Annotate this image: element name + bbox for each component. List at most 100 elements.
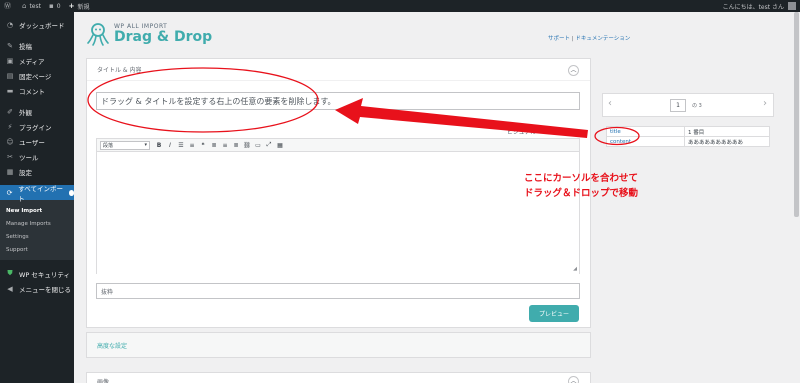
field-value[interactable]: 1 番目 bbox=[684, 126, 770, 137]
editor-toolbar: 段落 ▾ B I ☰ ≡ ❝ ≣ ≡ ≣ ⛓ ▭ ⤢ ▦ bbox=[97, 139, 579, 152]
site-name-item[interactable]: ⌂ test bbox=[22, 2, 41, 10]
menu-settings[interactable]: ▦ 設定 bbox=[0, 164, 74, 179]
preview-button[interactable]: プレビュー bbox=[529, 305, 579, 322]
menu-media[interactable]: ▣ メディア bbox=[0, 53, 74, 68]
align-center-icon[interactable]: ≡ bbox=[220, 142, 230, 149]
menu-label: プラグイン bbox=[19, 123, 52, 132]
menu-label: 投稿 bbox=[19, 42, 32, 51]
menu-appearance[interactable]: ✐ 外観 bbox=[0, 104, 74, 119]
menu-label: メディア bbox=[19, 57, 45, 66]
media-icon: ▣ bbox=[6, 56, 14, 65]
fullscreen-icon[interactable]: ⤢ bbox=[264, 141, 274, 149]
section-header[interactable]: タイトル & 内容 bbox=[87, 59, 590, 81]
menu-comments[interactable]: ▬ コメント bbox=[0, 83, 74, 98]
submenu-manage-imports[interactable]: Manage Imports bbox=[0, 217, 74, 230]
menu-plugins[interactable]: ⚡ プラグイン bbox=[0, 119, 74, 134]
page-number-input[interactable]: 1 bbox=[670, 99, 686, 112]
page-scrollbar[interactable] bbox=[793, 12, 800, 383]
plugin-icon: ⚡ bbox=[7, 122, 13, 131]
menu-label: 設定 bbox=[19, 168, 32, 177]
bullet-list-icon[interactable]: ☰ bbox=[176, 142, 186, 149]
site-name: test bbox=[29, 2, 41, 10]
user-icon: ☺ bbox=[6, 137, 14, 146]
admin-bar: Ⓦ ⌂ test ▪ 0 + 新規 こんにちは、test さん bbox=[0, 0, 800, 12]
comment-bubble-icon: ▪ bbox=[48, 2, 54, 10]
all-import-submenu: New Import Manage Imports Settings Suppo… bbox=[0, 200, 74, 260]
chevron-up-icon[interactable]: ︿ bbox=[568, 65, 579, 76]
tab-text[interactable]: テキスト bbox=[546, 127, 570, 136]
images-section[interactable]: 画像 ︿ bbox=[86, 372, 591, 383]
chevron-up-icon[interactable]: ︿ bbox=[568, 376, 579, 383]
plugin-logo: WP ALL IMPORT Drag & Drop bbox=[86, 21, 212, 47]
menu-users[interactable]: ☺ ユーザー bbox=[0, 134, 74, 149]
advanced-settings-toggle[interactable]: 高度な設定 bbox=[86, 332, 591, 358]
settings-icon: ▦ bbox=[6, 167, 14, 176]
new-label: 新規 bbox=[77, 3, 90, 11]
field-key-title[interactable]: title bbox=[606, 126, 685, 137]
drag-instruction: ここにカーソルを合わせて ドラッグ＆ドロップで移動 bbox=[524, 171, 694, 201]
content-editor: 段落 ▾ B I ☰ ≡ ❝ ≣ ≡ ≣ ⛓ ▭ ⤢ ▦ ◢ bbox=[96, 138, 580, 274]
advanced-settings-label: 高度な設定 bbox=[97, 342, 128, 350]
submenu-new-import[interactable]: New Import bbox=[0, 204, 74, 217]
dashboard-icon: ◔ bbox=[6, 20, 14, 29]
menu-label: WP セキュリティ bbox=[19, 270, 71, 279]
page-header: WP ALL IMPORT Drag & Drop サポート | ドキュメンテー… bbox=[74, 12, 800, 56]
record-data-panel: ‹ 1 の 3 › title 1 番目 content ああああああああああ bbox=[602, 93, 774, 161]
field-value[interactable]: ああああああああああ bbox=[684, 136, 770, 147]
link-separator: | bbox=[571, 36, 574, 42]
support-link[interactable]: サポート bbox=[548, 36, 570, 42]
menu-label: すべてインポート bbox=[18, 184, 64, 203]
shield-icon: ⛊ bbox=[7, 269, 13, 277]
menu-pages[interactable]: ▤ 固定ページ bbox=[0, 68, 74, 83]
more-tag-icon[interactable]: ▭ bbox=[253, 142, 263, 149]
my-account[interactable]: こんにちは、test さん bbox=[723, 2, 796, 11]
prev-arrow-icon[interactable]: ‹ bbox=[608, 98, 612, 109]
import-icon: ⟳ bbox=[6, 188, 13, 197]
field-key-content[interactable]: content bbox=[606, 136, 685, 147]
title-input[interactable]: ドラッグ & タイトルを設定する右上の任意の要素を削除します。 bbox=[96, 92, 580, 110]
resize-handle-icon[interactable]: ◢ bbox=[573, 266, 577, 272]
toolbar-toggle-icon[interactable]: ▦ bbox=[275, 142, 285, 149]
scrollbar-thumb[interactable] bbox=[794, 12, 799, 217]
menu-wp-security[interactable]: ⛊ WP セキュリティ bbox=[0, 266, 74, 281]
menu-label: ツール bbox=[19, 153, 39, 162]
menu-tools[interactable]: ✂ ツール bbox=[0, 149, 74, 164]
tab-visual[interactable]: ビジュアル bbox=[507, 127, 536, 136]
menu-posts[interactable]: ✎ 投稿 bbox=[0, 38, 74, 53]
wrench-icon: ✂ bbox=[7, 152, 13, 161]
new-item[interactable]: + 新規 bbox=[69, 2, 90, 11]
menu-label: 外観 bbox=[19, 108, 32, 117]
menu-collapse[interactable]: ◀ メニューを閉じる bbox=[0, 281, 74, 296]
wp-logo-item[interactable]: Ⓦ bbox=[4, 1, 14, 11]
section-title: タイトル & 内容 bbox=[97, 67, 142, 74]
comment-icon: ▬ bbox=[6, 86, 14, 95]
documentation-link[interactable]: ドキュメンテーション bbox=[575, 36, 630, 42]
bold-icon[interactable]: B bbox=[154, 142, 164, 149]
wordpress-icon: Ⓦ bbox=[4, 2, 11, 10]
avatar bbox=[788, 2, 796, 10]
excerpt-input[interactable]: 抜粋 bbox=[96, 283, 580, 299]
align-left-icon[interactable]: ≣ bbox=[209, 142, 219, 149]
italic-icon[interactable]: I bbox=[165, 142, 175, 149]
brush-icon: ✐ bbox=[7, 107, 13, 116]
link-icon[interactable]: ⛓ bbox=[242, 142, 252, 149]
format-select[interactable]: 段落 ▾ bbox=[100, 140, 150, 150]
menu-label: ユーザー bbox=[19, 138, 45, 147]
editor-body[interactable]: ◢ bbox=[97, 152, 579, 274]
pin-icon: ✎ bbox=[7, 41, 13, 50]
submenu-settings[interactable]: Settings bbox=[0, 230, 74, 243]
format-select-value: 段落 bbox=[103, 142, 114, 149]
submenu-support[interactable]: Support bbox=[0, 243, 74, 256]
dropdown-arrow-icon: ▾ bbox=[144, 142, 147, 148]
numbered-list-icon[interactable]: ≡ bbox=[187, 142, 197, 149]
menu-label: ダッシュボード bbox=[19, 21, 65, 30]
menu-label: 固定ページ bbox=[19, 72, 52, 81]
menu-all-import[interactable]: ⟳ すべてインポート bbox=[0, 184, 74, 203]
next-arrow-icon[interactable]: › bbox=[763, 98, 767, 109]
align-right-icon[interactable]: ≣ bbox=[231, 142, 241, 149]
blockquote-icon[interactable]: ❝ bbox=[198, 142, 208, 149]
instruction-line-1: ここにカーソルを合わせて bbox=[524, 173, 639, 184]
comments-item[interactable]: ▪ 0 bbox=[49, 2, 61, 10]
plus-icon: + bbox=[68, 2, 75, 10]
menu-dashboard[interactable]: ◔ ダッシュボード bbox=[0, 17, 74, 32]
